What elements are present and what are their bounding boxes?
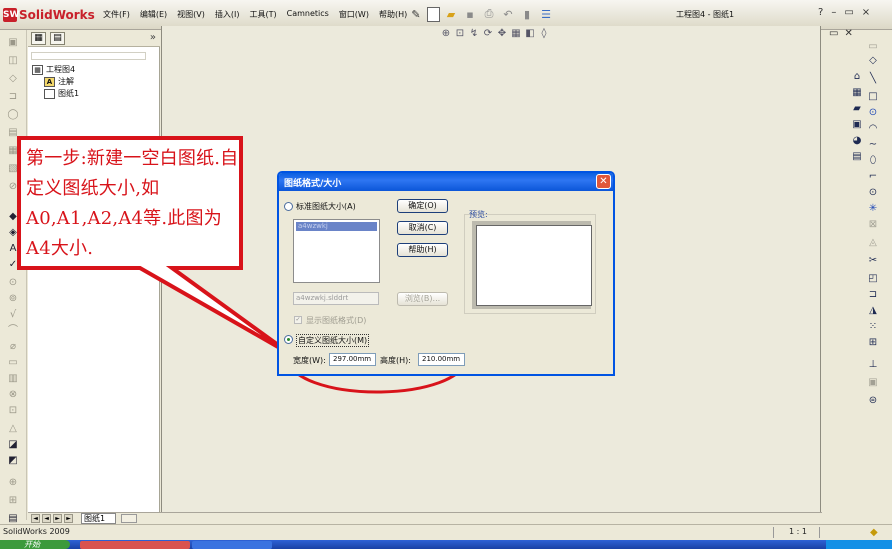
show-format-checkbox[interactable]: ✓ (294, 316, 302, 324)
height-input[interactable]: 210.00mm (418, 353, 465, 366)
cancel-button[interactable]: 取消(C) (397, 221, 448, 235)
dialog-close-button[interactable]: ✕ (596, 174, 611, 189)
width-input[interactable]: 297.00mm (329, 353, 376, 366)
standard-size-label: 标准图纸大小(A) (296, 202, 356, 211)
preview-frame (472, 221, 592, 309)
format-file-field[interactable]: a4wzwkj.slddrt (293, 292, 379, 305)
standard-size-list[interactable]: a4wzwkj (293, 219, 380, 283)
dialog-title: 图纸格式/大小 (284, 179, 342, 189)
dialog-titlebar: 图纸格式/大小 ✕ (279, 173, 613, 191)
add-sheet-button[interactable] (121, 514, 137, 523)
system-tray (826, 540, 892, 549)
sheet-tab-label: 图纸1 (84, 514, 106, 523)
status-divider (773, 527, 774, 538)
prev-sheet-button[interactable]: ◄ (42, 514, 51, 523)
custom-size-radio[interactable] (284, 335, 293, 344)
last-sheet-button[interactable]: ► (64, 514, 73, 523)
solidworks-window: SW SolidWorks 文件(F) 编辑(E) 视图(V) 插入(I) 工具… (0, 0, 892, 549)
sheet-scale: 1 : 1 (789, 527, 807, 536)
browse-button[interactable]: 浏览(B)... (397, 292, 448, 306)
height-label: 高度(H): (380, 356, 411, 365)
preview-sheet (476, 225, 592, 306)
width-label: 宽度(W): (293, 356, 326, 365)
standard-size-radio[interactable] (284, 202, 293, 211)
windows-taskbar: 开始 (0, 540, 892, 549)
next-sheet-button[interactable]: ► (53, 514, 62, 523)
standard-list-selected-item[interactable]: a4wzwkj (296, 222, 377, 231)
status-divider (819, 527, 820, 538)
ok-button[interactable]: 确定(O) (397, 199, 448, 213)
callout-text: 第一步:新建一空白图纸.自定义图纸大小,如A0,A1,A2,A4等.此图为A4大… (26, 148, 239, 259)
first-sheet-button[interactable]: ◄ (31, 514, 40, 523)
start-button[interactable]: 开始 (0, 540, 70, 549)
show-format-label: 显示图纸格式(D) (306, 316, 367, 325)
status-text: SolidWorks 2009 (3, 527, 70, 536)
sheet-tab[interactable]: 图纸1 (81, 513, 116, 524)
status-bar: SolidWorks 2009 1 : 1 ◆ (0, 524, 892, 540)
rebuild-status-icon[interactable]: ◆ (870, 527, 878, 538)
sheet-format-dialog: 图纸格式/大小 ✕ 标准图纸大小(A) a4wzwkj a4wzwkj.sldd… (277, 171, 615, 376)
taskbar-app-button[interactable] (80, 541, 190, 549)
custom-size-label: 自定义图纸大小(M) (296, 334, 370, 347)
taskbar-app-button[interactable] (192, 541, 272, 549)
help-button[interactable]: 帮助(H) (397, 243, 448, 257)
preview-label: 预览: (469, 210, 488, 219)
sheet-tab-bar: ◄ ◄ ► ► 图纸1 (28, 512, 822, 524)
